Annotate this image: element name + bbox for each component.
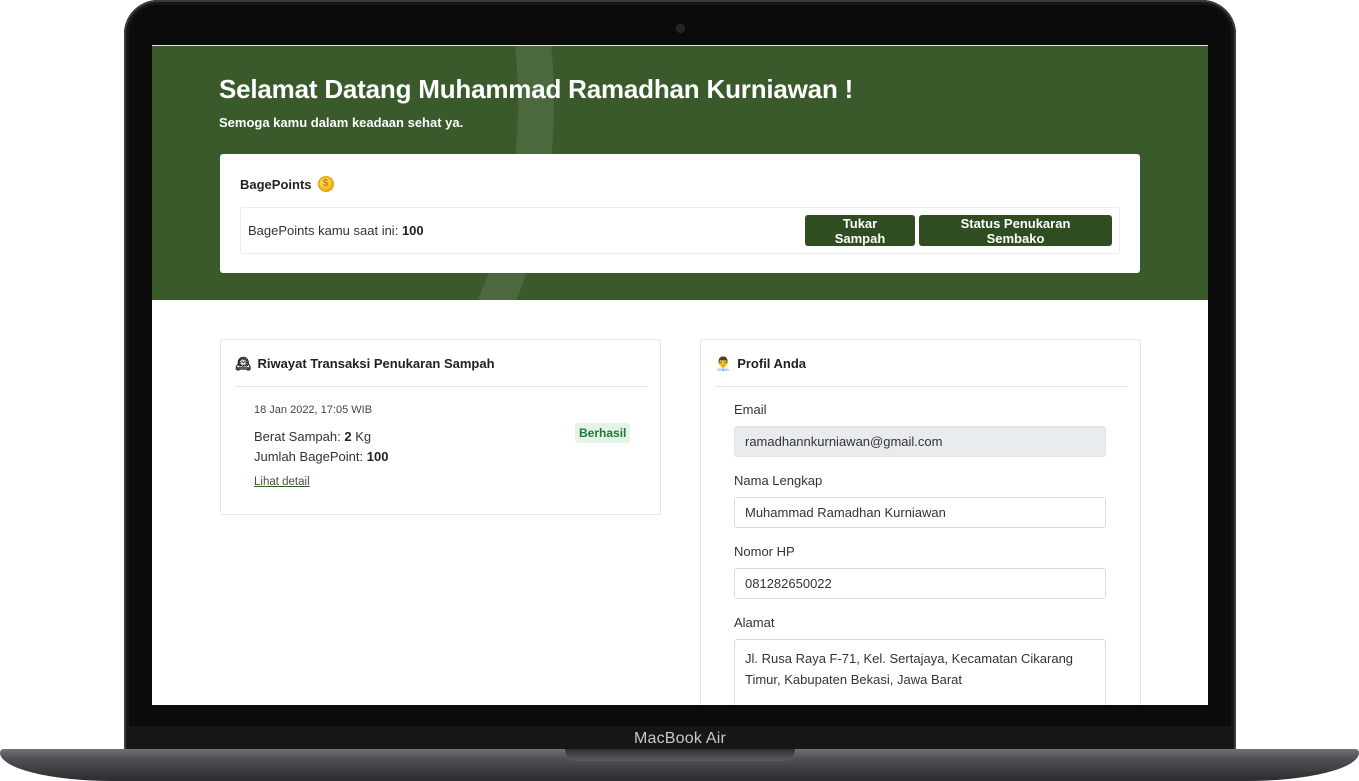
riwayat-header: 🕰 Riwayat Transaksi Penukaran Sampah <box>235 340 648 387</box>
name-field[interactable] <box>734 497 1106 528</box>
lihat-detail-link[interactable]: Lihat detail <box>254 476 310 488</box>
bagepoints-card: BagePoints $ BagePoints kamu saat ini: 1… <box>220 154 1140 273</box>
transaction-weight: Berat Sampah: 2 Kg <box>254 429 371 444</box>
points-label: Jumlah BagePoint: <box>254 449 364 464</box>
bagepoints-balance: BagePoints kamu saat ini: 100 <box>248 223 424 238</box>
weight-unit: Kg <box>355 429 372 444</box>
address-label: Alamat <box>734 615 775 630</box>
email-label: Email <box>734 402 767 417</box>
bagepoints-balance-label: BagePoints kamu saat ini: <box>248 223 399 238</box>
points-value: 100 <box>366 449 389 464</box>
riwayat-title: Riwayat Transaksi Penukaran Sampah <box>257 355 495 371</box>
coin-icon: $ <box>317 176 334 192</box>
email-field[interactable] <box>734 426 1106 457</box>
app-screen: Selamat Datang Muhammad Ramadhan Kurniaw… <box>152 45 1208 705</box>
bagepoints-balance-value: 100 <box>401 223 424 238</box>
bagepoints-box: BagePoints kamu saat ini: 100 Tukar Samp… <box>240 207 1120 254</box>
transaction-date: 18 Jan 2022, 17:05 WIB <box>254 404 373 416</box>
user-icon: 👨‍💼 <box>715 355 732 371</box>
clock-icon: 🕰 <box>235 355 252 371</box>
weight-value: 2 <box>344 429 352 444</box>
profil-card: 👨‍💼 Profil Anda Email Nama Lengkap Nomor… <box>700 339 1141 705</box>
bagepoints-title-label: BagePoints <box>240 176 312 192</box>
phone-label: Nomor HP <box>734 544 795 559</box>
bagepoints-title: BagePoints $ <box>240 176 334 192</box>
hero-banner: Selamat Datang Muhammad Ramadhan Kurniaw… <box>152 45 1208 300</box>
status-penukaran-button[interactable]: Status Penukaran Sembako <box>919 215 1112 246</box>
address-field[interactable]: Jl. Rusa Raya F-71, Kel. Sertajaya, Keca… <box>734 639 1106 705</box>
profil-header: 👨‍💼 Profil Anda <box>715 340 1128 387</box>
transaction-points: Jumlah BagePoint: 100 <box>254 449 388 464</box>
name-label: Nama Lengkap <box>734 473 823 488</box>
camera-icon <box>677 25 684 32</box>
profil-title: Profil Anda <box>737 355 807 371</box>
phone-field[interactable] <box>734 568 1106 599</box>
laptop-notch <box>565 749 795 761</box>
status-badge: Berhasil <box>575 423 631 443</box>
tukar-sampah-button[interactable]: Tukar Sampah <box>805 215 915 246</box>
riwayat-transaksi-card: 🕰 Riwayat Transaksi Penukaran Sampah 18 … <box>220 339 661 515</box>
welcome-subtitle: Semoga kamu dalam keadaan sehat ya. <box>219 115 464 130</box>
welcome-title: Selamat Datang Muhammad Ramadhan Kurniaw… <box>219 74 854 104</box>
weight-label: Berat Sampah: <box>254 429 341 444</box>
